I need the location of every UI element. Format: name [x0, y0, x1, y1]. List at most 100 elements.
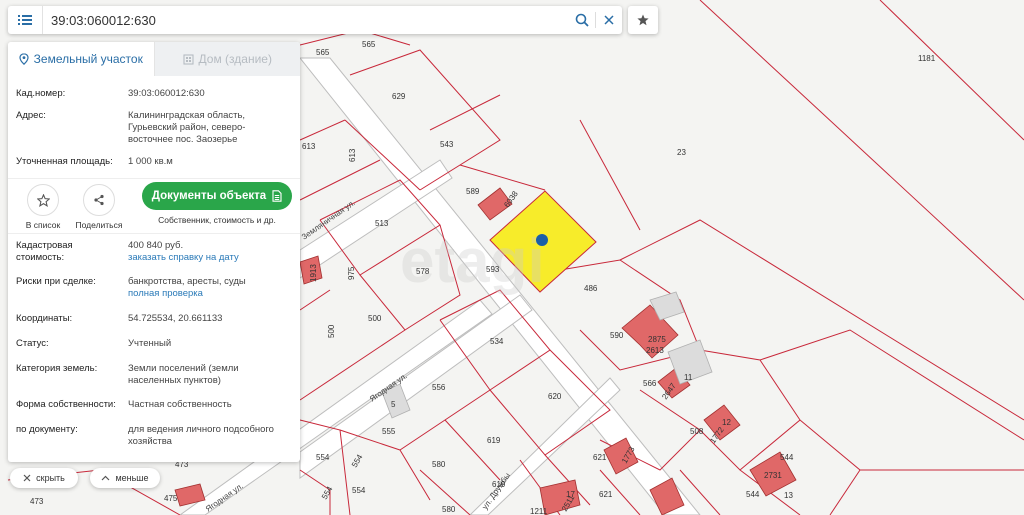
text-line: восточнее пос. Заозерье	[128, 134, 238, 145]
tab-land-plot[interactable]: Земельный участок	[8, 42, 154, 76]
label: Категория земель:	[16, 363, 98, 374]
text-line: Земли поселений (земли	[128, 363, 239, 374]
parcel-number: 508	[690, 427, 704, 436]
tab-label: Дом (здание)	[198, 52, 272, 66]
text-line: 400 840 руб.	[128, 240, 184, 251]
parcel-number: 620	[548, 392, 562, 401]
star-icon	[637, 14, 649, 26]
parcel-number: 621	[593, 453, 607, 462]
parcel-number: 619	[487, 436, 501, 445]
cadastral-number-link[interactable]: 39:03:060012:630	[128, 88, 292, 100]
text-line: Калининградская область,	[128, 110, 246, 121]
parcel-number: 513	[375, 219, 389, 228]
parcel-number: 17	[566, 490, 575, 499]
label: Статус:	[16, 338, 49, 349]
parcel-number: 621	[599, 490, 613, 499]
location-marker[interactable]	[536, 234, 548, 246]
share-icon	[94, 194, 104, 206]
action-bar: В список Поделиться Документы объекта Со…	[8, 178, 300, 234]
details: Кадастровая стоимость: 400 840 руб. зака…	[8, 240, 300, 448]
share-button[interactable]: Поделиться	[72, 179, 126, 230]
close-icon	[23, 474, 31, 482]
label: Координаты:	[16, 313, 73, 324]
parcel-number: 554	[316, 453, 330, 462]
ownership-value: Частная собственность	[128, 399, 232, 410]
parcel-number: 566	[643, 379, 657, 388]
parcel-number: 2731	[764, 471, 782, 480]
documents-subtitle: Собственник, стоимость и др.	[158, 215, 276, 225]
parcel-number: 1913	[309, 264, 318, 282]
hide-label: скрыть	[36, 473, 65, 483]
row-land-category: Категория земель: Земли поселений (земли…	[16, 363, 292, 387]
parcel-number: 500	[327, 324, 336, 338]
address-value: Калининградская область, Гурьевский райо…	[128, 110, 292, 146]
menu-button[interactable]	[8, 6, 43, 34]
text-line: хозяйства	[128, 436, 172, 447]
full-check-link[interactable]: полная проверка	[128, 288, 292, 300]
parcel-number: 975	[347, 266, 356, 280]
text-line: банкротства, аресты, суды	[128, 276, 246, 287]
icon-circle	[27, 184, 59, 216]
parcel-number: 565	[316, 48, 330, 57]
parcel-number: 486	[584, 284, 598, 293]
label: Риски при сделке:	[16, 276, 96, 287]
tab-house[interactable]: Дом (здание)	[153, 42, 300, 76]
search-button[interactable]	[569, 6, 595, 34]
row-coordinates: Координаты: 54.725534, 20.661133	[16, 313, 292, 325]
order-certificate-link[interactable]: заказать справку на дату	[128, 252, 292, 264]
search-icon	[575, 13, 589, 27]
label: Адрес:	[16, 110, 46, 121]
label: Кадастровая стоимость:	[16, 240, 128, 264]
text-line: Кадастровая	[16, 240, 73, 251]
parcel-number: 500	[368, 314, 382, 323]
text-line: стоимость:	[16, 252, 65, 263]
parcel-number: 555	[382, 427, 396, 436]
row-area: Уточненная площадь: 1 000 кв.м	[16, 156, 292, 168]
collapse-button[interactable]: меньше	[90, 468, 160, 488]
less-label: меньше	[115, 473, 149, 483]
label: Форма собственности:	[16, 399, 116, 410]
row-status: Статус: Учтенный	[16, 338, 292, 350]
star-outline-icon	[36, 193, 50, 207]
parcel-number: 593	[486, 265, 500, 274]
label: по документу:	[16, 424, 78, 435]
parcel-number: 613	[302, 142, 316, 151]
parcel-number: 5	[391, 400, 396, 409]
icon-circle	[83, 184, 115, 216]
parcel-number: 2613	[646, 346, 664, 355]
text-line: Гурьевский район, северо-	[128, 122, 246, 133]
tab-label: Земельный участок	[33, 52, 143, 66]
parcel-number: 629	[392, 92, 406, 101]
hide-panel-button[interactable]: скрыть	[10, 468, 78, 488]
documents-block: Документы объекта Собственник, стоимость…	[142, 179, 292, 225]
search-input[interactable]	[43, 7, 569, 33]
document-icon	[272, 190, 282, 202]
coordinates-value: 54.725534, 20.661133	[128, 313, 223, 324]
parcel-number: 580	[442, 505, 456, 514]
category-value: Земли поселений (земли населенных пункто…	[128, 363, 292, 387]
chevron-up-icon	[102, 475, 110, 481]
parcel-number: 580	[432, 460, 446, 469]
row-cadastral-cost: Кадастровая стоимость: 400 840 руб. зака…	[16, 240, 292, 264]
cost-value: 400 840 руб. заказать справку на дату	[128, 240, 292, 264]
documents-button[interactable]: Документы объекта	[142, 182, 292, 210]
add-to-list-button[interactable]: В список	[16, 179, 70, 230]
parcel-number: 1181	[918, 54, 936, 63]
parcel-number: 473	[30, 497, 44, 506]
close-icon	[604, 15, 614, 25]
action-label: В список	[25, 220, 61, 230]
parcel-number: 11	[684, 373, 693, 382]
filter-list-icon	[18, 15, 32, 25]
clear-button[interactable]	[596, 6, 622, 34]
parcel-number: 12	[722, 418, 731, 427]
row-ownership: Форма собственности: Частная собственнос…	[16, 399, 292, 411]
basic-info: Кад.номер: 39:03:060012:630 Адрес: Калин…	[8, 88, 300, 168]
parcel-number: 590	[610, 331, 624, 340]
search-bar	[8, 6, 622, 34]
risk-value: банкротства, аресты, суды полная проверк…	[128, 276, 292, 300]
favorite-button[interactable]	[628, 6, 658, 34]
parcel-number: 23	[677, 148, 686, 157]
status-value: Учтенный	[128, 338, 172, 349]
area-value: 1 000 кв.м	[128, 156, 173, 167]
parcel-number: 543	[440, 140, 454, 149]
